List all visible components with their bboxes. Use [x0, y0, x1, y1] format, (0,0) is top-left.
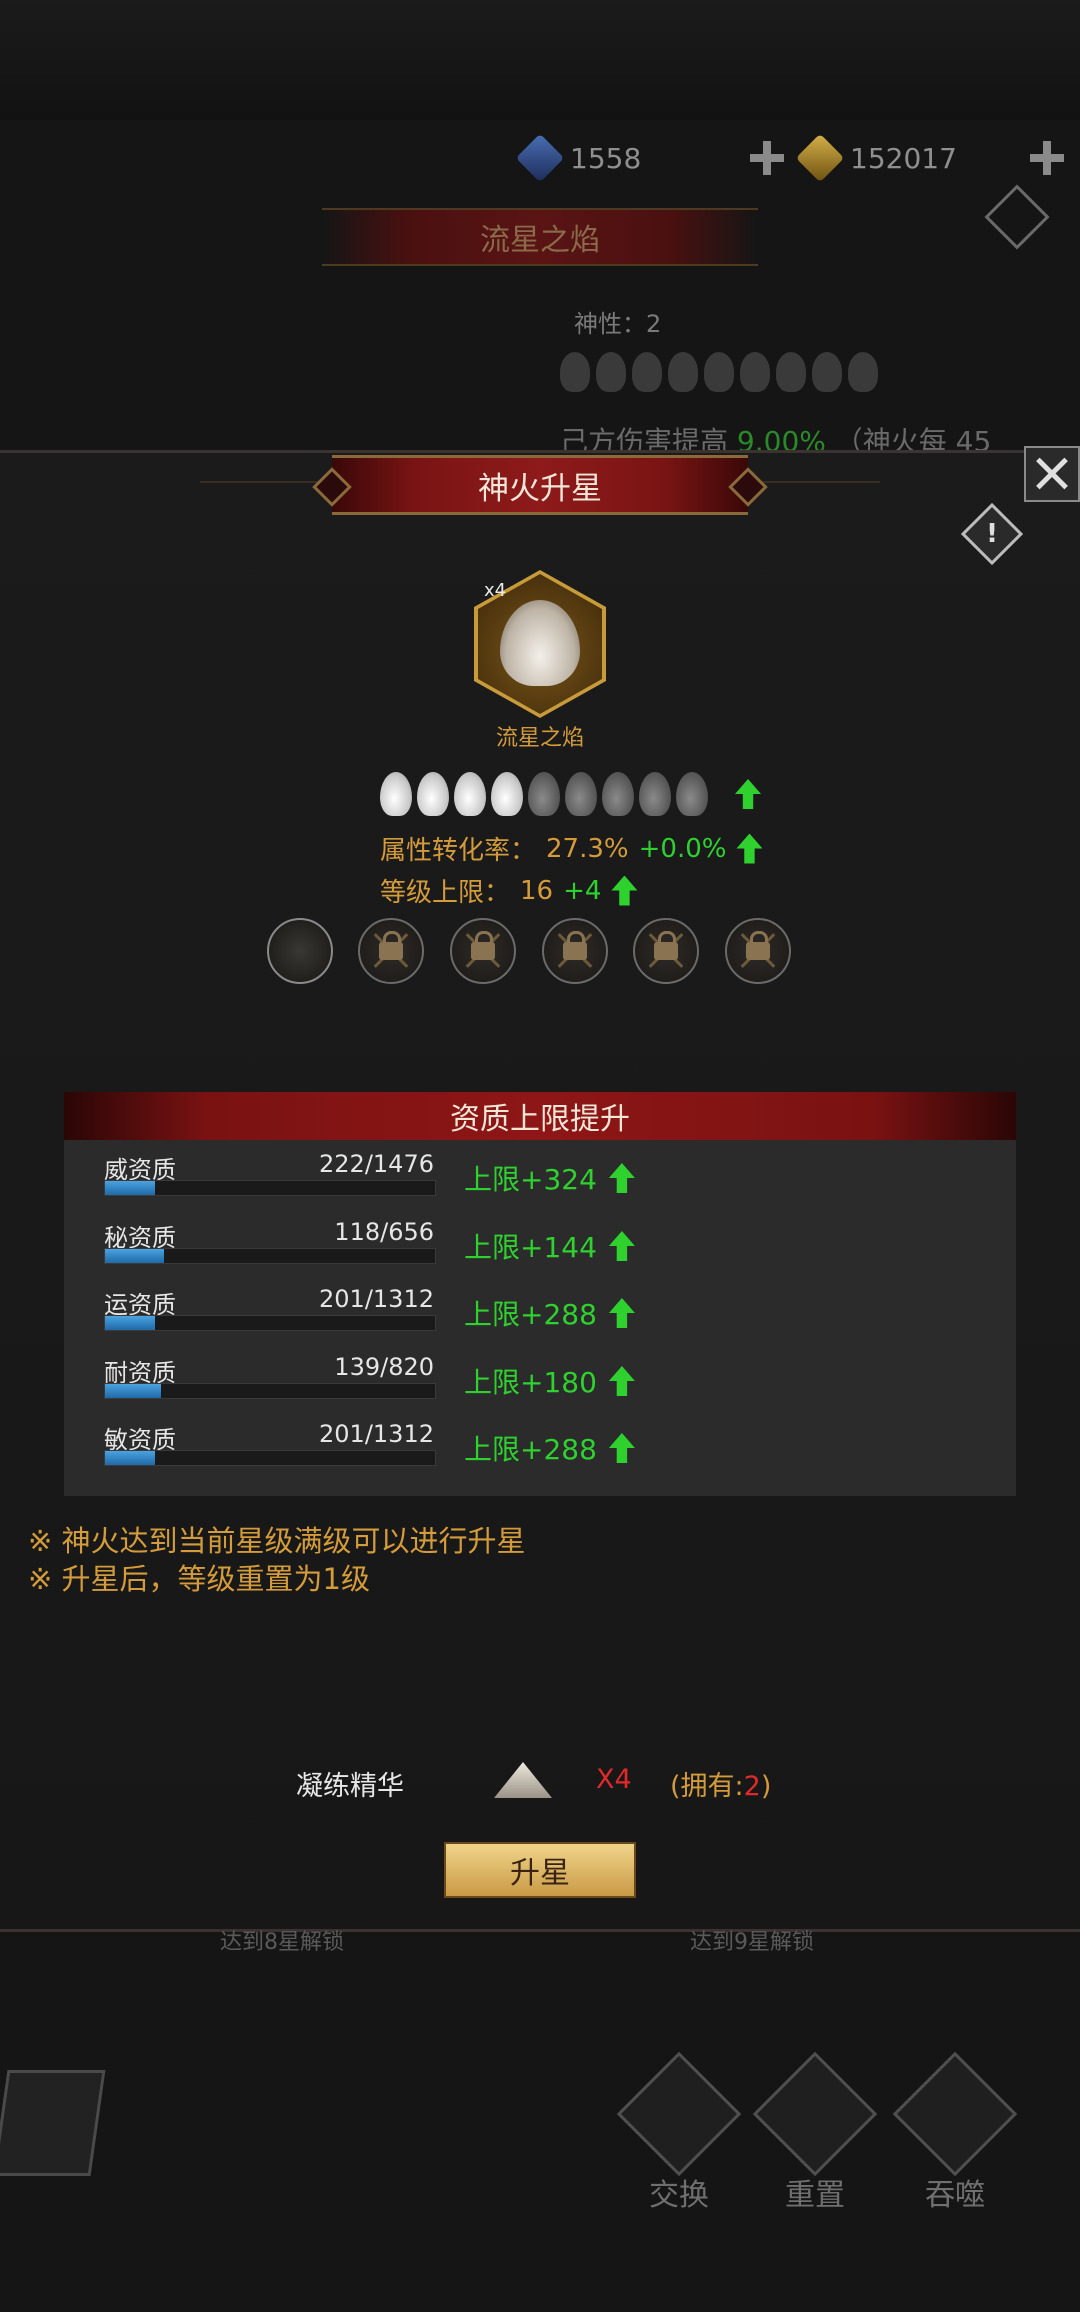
- background-title: 流星之焰: [322, 208, 758, 266]
- note-line: ※ 升星后，等级重置为1级: [28, 1562, 370, 1596]
- star-flame-icon: [639, 772, 671, 816]
- aptitude-progress-bar: [104, 1180, 436, 1196]
- level-cap: 等级上限： 16 +4: [380, 872, 638, 909]
- star-flame-icon: [417, 772, 449, 816]
- flame-icon: [500, 600, 580, 686]
- devour-button[interactable]: 吞噬: [892, 2051, 1018, 2214]
- swap-icon: [616, 2051, 742, 2177]
- locked-slot[interactable]: [450, 918, 516, 984]
- up-arrow-icon: [608, 1366, 635, 1396]
- locked-slot[interactable]: [542, 918, 608, 984]
- lock-icon: [746, 931, 770, 960]
- add-blue-currency-icon[interactable]: [750, 141, 784, 175]
- close-button[interactable]: [1024, 446, 1080, 502]
- modal-title: 神火升星: [332, 455, 748, 515]
- star-flame-icon: [676, 772, 708, 816]
- star-flame-icon: [565, 772, 597, 816]
- up-arrow-icon: [608, 1231, 635, 1261]
- reset-button[interactable]: 重置: [752, 2051, 878, 2214]
- blue-gem-icon: [515, 133, 565, 183]
- aptitude-row: 敏资质 201/1312 上限+288: [64, 1420, 1016, 1480]
- cost-quantity: X4: [596, 1764, 632, 1795]
- cost-item-name: 凝练精华: [296, 1771, 404, 1802]
- add-gold-currency-icon[interactable]: [1030, 141, 1064, 175]
- star-flame-icon: [454, 772, 486, 816]
- aptitude-row: 秘资质 118/656 上限+144: [64, 1218, 1016, 1278]
- aptitude-row: 耐资质 139/820 上限+180: [64, 1353, 1016, 1413]
- up-arrow-icon: [611, 875, 638, 906]
- devour-icon: [892, 2051, 1018, 2177]
- up-arrow-icon: [736, 833, 763, 864]
- background-star-row: [560, 352, 878, 392]
- up-arrow-icon: [735, 779, 761, 809]
- aptitude-progress-bar: [104, 1315, 436, 1331]
- aptitude-row: 威资质 222/1476 上限+324: [64, 1150, 1016, 1210]
- blue-currency-amount: 1558: [570, 141, 642, 175]
- swap-button[interactable]: 交换: [616, 2051, 742, 2214]
- top-banner: [0, 0, 1080, 120]
- up-arrow-icon: [608, 1298, 635, 1328]
- reset-icon: [752, 2051, 878, 2177]
- note-line: ※ 神火达到当前星级满级可以进行升星: [28, 1524, 526, 1558]
- aptitude-title: 资质上限提升: [64, 1092, 1016, 1140]
- gold-currency-amount: 152017: [850, 141, 957, 175]
- star-level-row: [380, 772, 761, 816]
- locked-slot[interactable]: [358, 918, 424, 984]
- divinity-text: 神性：2: [574, 310, 662, 338]
- star-flame-icon: [380, 772, 412, 816]
- lock-icon: [563, 931, 587, 960]
- locked-slot[interactable]: [633, 918, 699, 984]
- aptitude-row: 运资质 201/1312 上限+288: [64, 1285, 1016, 1345]
- unlock-hint-9: 达到9星解锁: [690, 1930, 814, 1955]
- lock-icon: [471, 931, 495, 960]
- star-flame-icon: [602, 772, 634, 816]
- lock-icon: [654, 931, 678, 960]
- aptitude-progress-bar: [104, 1383, 436, 1399]
- unlock-hint-8: 达到8星解锁: [220, 1930, 344, 1955]
- blue-currency: 1558: [515, 132, 784, 184]
- conversion-rate: 属性转化率： 27.3% +0.0%: [380, 830, 763, 867]
- aptitude-progress-bar: [104, 1450, 436, 1466]
- up-arrow-icon: [608, 1163, 635, 1193]
- star-flame-icon: [491, 772, 523, 816]
- back-button[interactable]: [0, 2070, 106, 2176]
- aptitude-panel: 资质上限提升 威资质 222/1476 上限+324 秘资质 118/656 上…: [64, 1092, 1016, 1496]
- aptitude-progress-bar: [104, 1248, 436, 1264]
- lock-icon: [379, 931, 403, 960]
- gold-gem-icon: [795, 133, 845, 183]
- owned-count: (拥有:2): [670, 1771, 772, 1802]
- upgrade-star-button[interactable]: 升星: [444, 1842, 636, 1898]
- skill-slot[interactable]: [267, 918, 333, 984]
- gold-currency: 152017: [795, 132, 1064, 184]
- item-name: 流星之焰: [495, 726, 584, 751]
- locked-slot[interactable]: [725, 918, 791, 984]
- up-arrow-icon: [608, 1433, 635, 1463]
- star-flame-icon: [528, 772, 560, 816]
- item-count-badge: x4: [484, 580, 507, 601]
